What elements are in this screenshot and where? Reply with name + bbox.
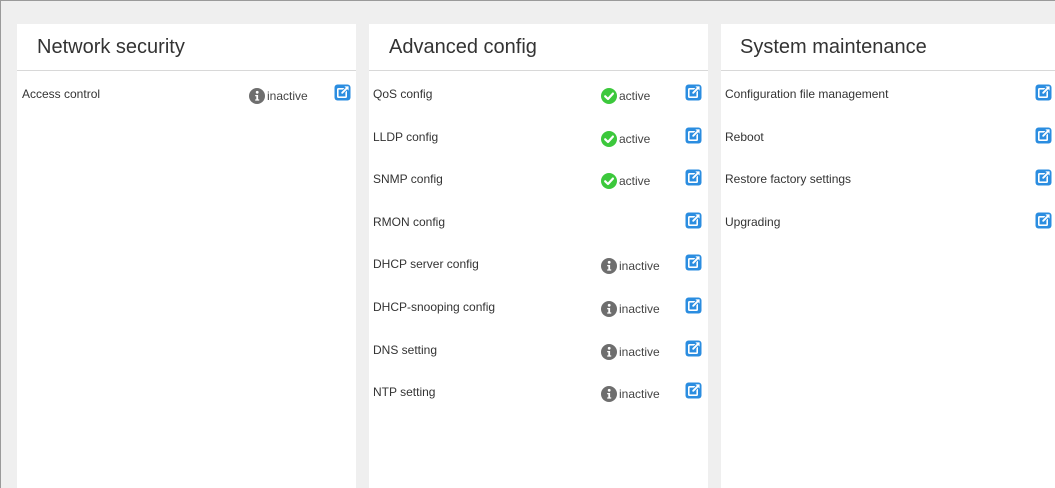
info-icon <box>601 343 617 360</box>
external-link-icon[interactable] <box>685 84 702 101</box>
status-badge: active <box>601 173 651 190</box>
external-link-icon[interactable] <box>685 169 702 186</box>
list-item: NTP setting inactive <box>369 369 708 412</box>
check-icon <box>601 88 617 104</box>
item-label: Configuration file management <box>725 87 889 101</box>
status-text: inactive <box>619 344 660 359</box>
status-text: inactive <box>619 387 660 402</box>
status-badge: inactive <box>601 386 660 403</box>
status-badge: inactive <box>249 88 308 104</box>
list-item: Configuration file management <box>721 71 1055 114</box>
item-label: Reboot <box>725 129 764 144</box>
external-link-icon[interactable] <box>1035 84 1052 101</box>
list-item: RMON config <box>369 199 708 242</box>
list-item: Reboot <box>721 114 1055 157</box>
list-item: DHCP server config inactive <box>369 241 708 284</box>
list-item: Restore factory settings <box>721 156 1055 199</box>
panel-network-security: Network security Access control inactive <box>17 24 356 488</box>
item-label: SNMP config <box>373 172 443 187</box>
info-icon <box>601 300 617 317</box>
status-text: active <box>619 89 651 103</box>
external-link-icon[interactable] <box>685 382 702 399</box>
item-list: QoS config active LLDP config active SNMP co… <box>369 71 708 412</box>
status-badge: inactive <box>601 343 660 360</box>
item-label: LLDP config <box>373 129 439 144</box>
external-link-icon[interactable] <box>685 254 702 271</box>
item-label: DHCP-snooping config <box>373 299 496 314</box>
list-item: Access control inactive <box>17 71 356 114</box>
external-link-icon[interactable] <box>685 127 702 144</box>
item-label: Restore factory settings <box>725 172 852 187</box>
external-link-icon[interactable] <box>334 84 351 101</box>
panel-title: Advanced config <box>369 24 708 71</box>
status-text: inactive <box>267 89 308 103</box>
list-item: SNMP config active <box>369 156 708 199</box>
item-label: NTP setting <box>373 385 436 400</box>
list-item: Upgrading <box>721 199 1055 242</box>
item-label: Access control <box>22 87 101 101</box>
check-icon <box>601 130 617 147</box>
list-item: LLDP config active <box>369 114 708 157</box>
status-text: active <box>619 174 651 189</box>
status-text: inactive <box>619 259 660 274</box>
item-label: RMON config <box>373 214 446 229</box>
item-label: Upgrading <box>725 214 781 229</box>
item-label: DNS setting <box>373 342 438 357</box>
external-link-icon[interactable] <box>685 297 702 314</box>
info-icon <box>601 258 617 275</box>
list-item: QoS config active <box>369 71 708 114</box>
status-badge: active <box>601 88 650 104</box>
external-link-icon[interactable] <box>1035 127 1052 144</box>
panel-advanced-config: Advanced config QoS config active LLDP con… <box>369 24 708 488</box>
external-link-icon[interactable] <box>685 340 702 357</box>
list-item: DHCP-snooping config inactive <box>369 284 708 327</box>
check-icon <box>601 173 617 190</box>
status-badge: inactive <box>601 300 660 317</box>
list-item: DNS setting inactive <box>369 327 708 370</box>
status-badge: inactive <box>601 258 660 275</box>
status-badge: active <box>601 130 651 147</box>
external-link-icon[interactable] <box>1035 169 1052 186</box>
item-label: QoS config <box>373 87 433 101</box>
item-label: DHCP server config <box>373 257 479 272</box>
external-link-icon[interactable] <box>685 212 702 229</box>
external-link-icon[interactable] <box>1035 212 1052 229</box>
panel-system-maintenance: System maintenance Configuration file ma… <box>721 24 1055 488</box>
panel-title: System maintenance <box>721 24 1055 71</box>
status-text: active <box>619 131 651 146</box>
item-list: Access control inactive <box>17 71 356 114</box>
item-list: Configuration file management Reboot Resto… <box>721 71 1055 241</box>
panel-title: Network security <box>17 24 356 71</box>
status-text: inactive <box>619 301 660 316</box>
info-icon <box>601 386 617 403</box>
info-icon <box>249 88 265 104</box>
